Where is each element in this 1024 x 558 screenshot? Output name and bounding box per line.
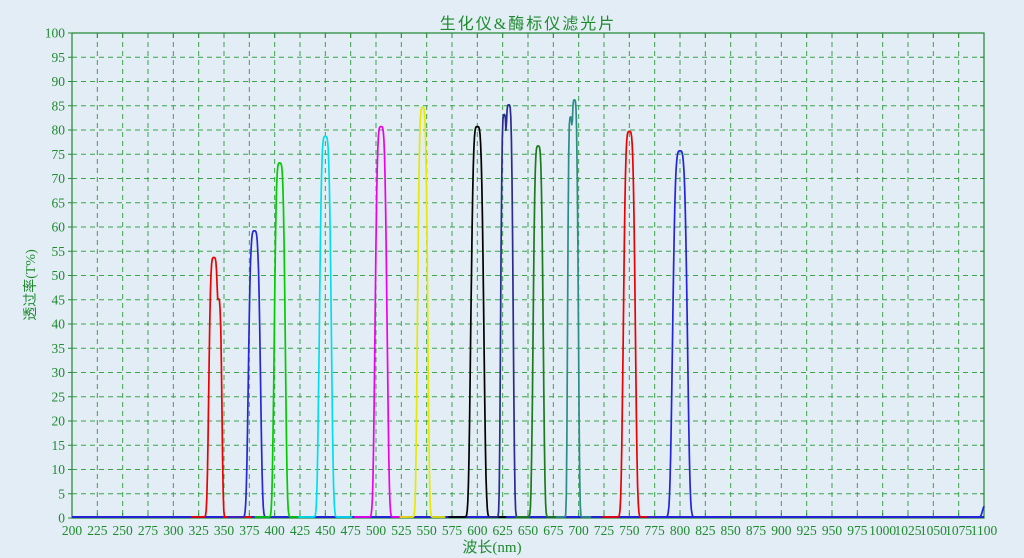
x-tick-label: 500 xyxy=(366,523,387,538)
filter-curve-630nm-filter xyxy=(488,105,527,517)
x-tick-label: 600 xyxy=(467,523,488,538)
filter-curve-695nm-filter xyxy=(557,100,591,517)
x-tick-label: 225 xyxy=(87,523,108,538)
filter-curve-edge-rise-1100 xyxy=(967,507,984,517)
y-tick-label: 75 xyxy=(52,147,66,162)
x-tick-label: 1075 xyxy=(945,523,972,538)
y-tick-label: 20 xyxy=(52,414,66,429)
x-tick-label: 925 xyxy=(797,523,818,538)
x-tick-label: 675 xyxy=(543,523,564,538)
x-tick-label: 525 xyxy=(391,523,412,538)
x-tick-label: 900 xyxy=(771,523,792,538)
x-tick-label: 375 xyxy=(239,523,260,538)
filter-curve-546nm-filter xyxy=(400,107,444,517)
x-tick-label: 1025 xyxy=(895,523,922,538)
y-tick-label: 50 xyxy=(52,268,66,283)
x-tick-label: 575 xyxy=(442,523,463,538)
y-tick-label: 100 xyxy=(45,26,66,41)
x-tick-label: 1000 xyxy=(869,523,896,538)
x-tick-label: 1100 xyxy=(971,523,998,538)
y-tick-label: 30 xyxy=(52,365,66,380)
x-tick-label: 350 xyxy=(214,523,235,538)
chart-page: 生化仪&酶标仪滤光片 透过率(T%) 波长(nm) 20022525027530… xyxy=(0,0,1024,558)
y-tick-label: 65 xyxy=(52,195,66,210)
y-tick-label: 90 xyxy=(52,74,66,89)
x-tick-label: 300 xyxy=(163,523,184,538)
x-tick-label: 250 xyxy=(113,523,134,538)
x-tick-label: 750 xyxy=(619,523,640,538)
x-tick-label: 325 xyxy=(189,523,210,538)
x-tick-label: 275 xyxy=(138,523,159,538)
x-tick-label: 700 xyxy=(569,523,590,538)
x-tick-label: 850 xyxy=(721,523,742,538)
x-tick-label: 1050 xyxy=(920,523,947,538)
y-tick-label: 70 xyxy=(52,171,66,186)
y-tick-label: 80 xyxy=(52,123,66,138)
x-tick-label: 875 xyxy=(746,523,767,538)
x-tick-label: 625 xyxy=(493,523,514,538)
y-tick-label: 0 xyxy=(58,511,65,526)
filter-curve-505nm-filter xyxy=(355,127,408,517)
x-tick-label: 825 xyxy=(695,523,716,538)
x-tick-label: 975 xyxy=(847,523,868,538)
y-tick-label: 45 xyxy=(52,292,66,307)
y-tick-label: 35 xyxy=(52,341,66,356)
y-tick-label: 95 xyxy=(52,50,66,65)
y-tick-label: 5 xyxy=(58,486,65,501)
y-tick-label: 15 xyxy=(52,438,66,453)
y-tick-label: 40 xyxy=(52,317,66,332)
filter-spectra-plot: 2002252502753003253503754004254504755005… xyxy=(0,0,1024,558)
x-tick-label: 950 xyxy=(822,523,843,538)
y-tick-label: 25 xyxy=(52,389,66,404)
x-tick-label: 475 xyxy=(341,523,362,538)
x-tick-label: 800 xyxy=(670,523,691,538)
y-tick-label: 85 xyxy=(52,98,66,113)
x-tick-label: 775 xyxy=(645,523,666,538)
x-tick-label: 400 xyxy=(265,523,286,538)
x-tick-label: 425 xyxy=(290,523,311,538)
x-tick-label: 725 xyxy=(594,523,615,538)
x-tick-label: 650 xyxy=(518,523,539,538)
x-tick-label: 450 xyxy=(315,523,336,538)
y-tick-label: 10 xyxy=(52,462,66,477)
y-tick-label: 60 xyxy=(52,220,66,235)
y-tick-label: 55 xyxy=(52,244,66,259)
x-tick-label: 550 xyxy=(417,523,438,538)
